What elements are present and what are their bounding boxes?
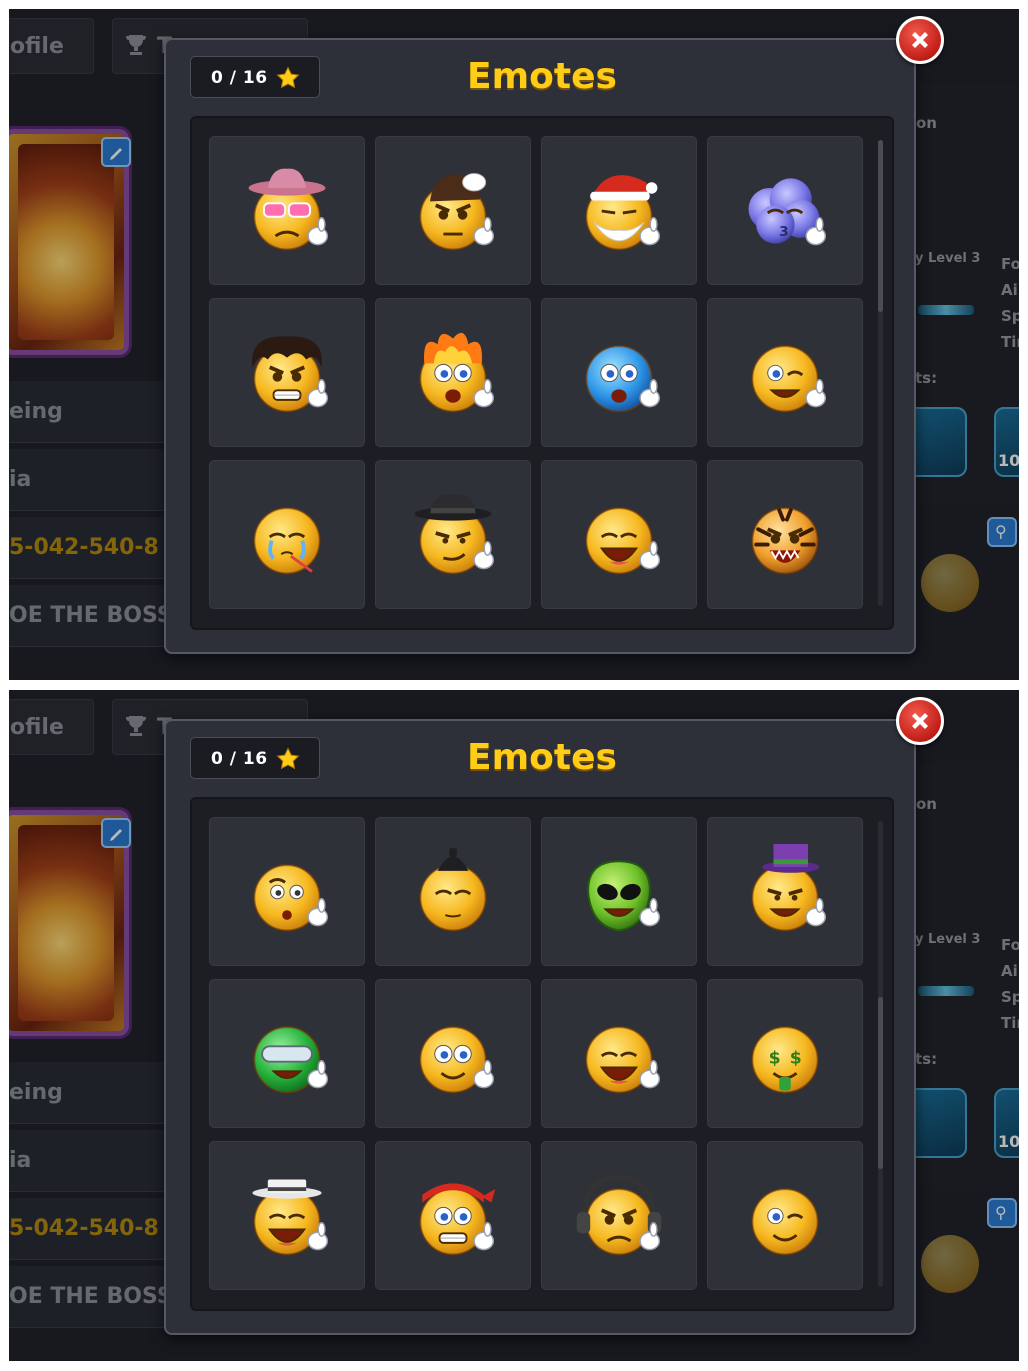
soccer-ball-emote-icon xyxy=(253,863,329,931)
wink-emote-icon xyxy=(751,1187,819,1255)
emote-cell[interactable] xyxy=(375,298,531,447)
emote-cell[interactable] xyxy=(541,460,697,609)
emote-cell[interactable]: 3 xyxy=(707,136,863,285)
emote-cell[interactable] xyxy=(209,136,365,285)
svg-text:$: $ xyxy=(790,1048,802,1068)
close-button[interactable] xyxy=(896,16,944,64)
pizza-laugh-emote-icon xyxy=(585,506,661,574)
emote-cell[interactable] xyxy=(375,460,531,609)
gangster-fedora-emote-icon xyxy=(414,494,495,574)
cowboy-sunglasses-emote-icon xyxy=(248,168,329,250)
close-icon xyxy=(912,32,928,48)
emote-cell[interactable] xyxy=(209,460,365,609)
santa-emote-icon xyxy=(585,174,661,250)
emote-cell[interactable] xyxy=(209,817,365,966)
close-button[interactable] xyxy=(896,697,944,745)
emote-cell[interactable] xyxy=(541,979,697,1128)
emote-cell[interactable] xyxy=(375,979,531,1128)
snooker-ball-8-emote-icon xyxy=(419,172,495,250)
bowtie-cue-emote-icon xyxy=(419,1025,495,1093)
chalk-cue-wink-emote-icon xyxy=(751,344,827,412)
emotes-screenshot-bottom: ofile T eing ia 5-042-540-8 OE THE BOSS … xyxy=(9,690,1019,1361)
crying-thermometer-emote-icon xyxy=(253,506,321,574)
emote-cell[interactable] xyxy=(707,298,863,447)
magic-hat-bunny-emote-icon xyxy=(585,1025,661,1093)
emote-cell[interactable] xyxy=(541,298,697,447)
red-bandana-scared-emote-icon xyxy=(419,1182,496,1255)
top-hat-vampire-emote-icon xyxy=(751,843,827,931)
green-helmet-peace-emote-icon xyxy=(253,1025,329,1093)
emote-grid-frame: 3 xyxy=(190,116,894,630)
scrollbar[interactable] xyxy=(878,821,883,1287)
emote-grid: 3 xyxy=(209,136,863,609)
emote-cell[interactable] xyxy=(541,136,697,285)
emote-cell[interactable] xyxy=(209,1141,365,1290)
emote-grid: $ $ xyxy=(209,817,863,1290)
tambourine-hat-emote-icon xyxy=(252,1179,329,1255)
emote-cell[interactable] xyxy=(707,460,863,609)
emote-cell[interactable] xyxy=(375,136,531,285)
samurai-emote-icon xyxy=(419,847,487,931)
svg-text:3: 3 xyxy=(779,224,788,239)
emotes-modal: 0 / 16 Emotes xyxy=(164,16,944,654)
scrollbar-thumb[interactable] xyxy=(878,997,883,1169)
close-icon xyxy=(912,713,928,729)
scrollbar[interactable] xyxy=(878,140,883,606)
emote-cell[interactable] xyxy=(209,979,365,1128)
emote-cell[interactable] xyxy=(541,1141,697,1290)
cloud-pinwheel-emote-icon: 3 xyxy=(748,177,827,245)
modal-title: Emotes xyxy=(467,56,617,97)
modal-title: Emotes xyxy=(467,737,617,778)
frozen-blue-emote-icon xyxy=(585,344,661,412)
emote-cell[interactable] xyxy=(375,817,531,966)
alien-emote-icon xyxy=(587,859,661,931)
headphones-emote-icon xyxy=(576,1174,662,1255)
emote-cell[interactable] xyxy=(707,817,863,966)
emote-grid-frame: $ $ xyxy=(190,797,894,1311)
tiger-emote-icon xyxy=(751,506,819,574)
emotes-screenshot-top: ofile T eing ia 5-042-540-8 OE THE BOSS … xyxy=(9,9,1019,680)
scrollbar-thumb[interactable] xyxy=(878,140,883,312)
on-fire-emote-icon xyxy=(419,332,495,412)
emotes-modal: 0 / 16 Emotes xyxy=(164,697,944,1335)
money-eyes-emote-icon: $ $ xyxy=(751,1025,819,1093)
emote-cell[interactable] xyxy=(375,1141,531,1290)
messy-hair-8-ball-emote-icon xyxy=(252,335,329,412)
emote-cell[interactable] xyxy=(707,1141,863,1290)
emote-cell[interactable]: $ $ xyxy=(707,979,863,1128)
emote-cell[interactable] xyxy=(541,817,697,966)
svg-text:$: $ xyxy=(769,1048,781,1068)
emote-cell[interactable] xyxy=(209,298,365,447)
